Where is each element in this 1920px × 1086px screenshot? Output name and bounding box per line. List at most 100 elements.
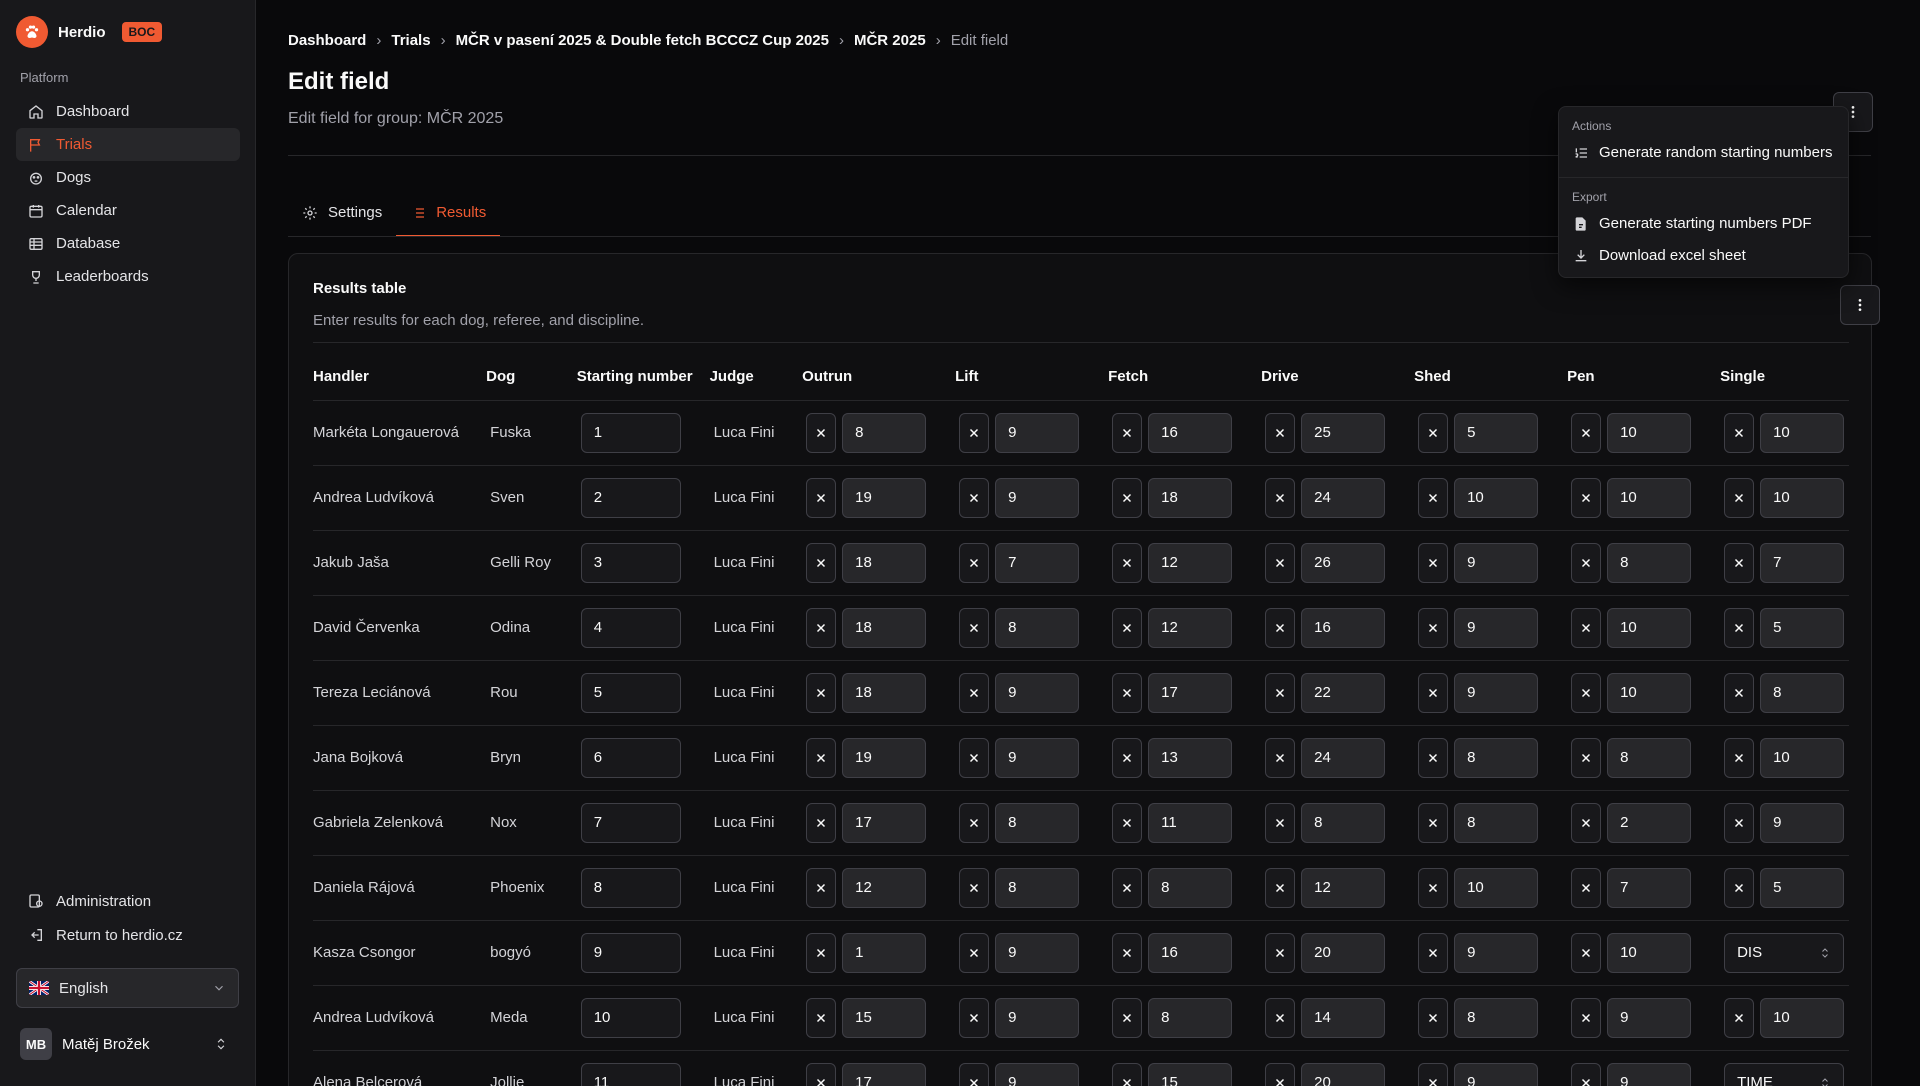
score-input[interactable]: 5 <box>1760 867 1845 908</box>
breadcrumb-group[interactable]: MČR 2025 <box>854 32 926 49</box>
tab-settings[interactable]: Settings <box>288 190 396 237</box>
score-input[interactable]: 10 <box>1454 867 1539 908</box>
score-input[interactable]: 8 <box>995 607 1080 648</box>
clear-score-button[interactable] <box>806 802 837 843</box>
score-input[interactable]: 18 <box>1148 477 1233 518</box>
starting-number-input[interactable]: 1 <box>580 412 681 453</box>
score-input[interactable]: 12 <box>1148 542 1233 583</box>
score-input[interactable]: 12 <box>842 867 927 908</box>
score-input[interactable]: 10 <box>1454 477 1539 518</box>
clear-score-button[interactable] <box>959 607 990 648</box>
clear-score-button[interactable] <box>1265 542 1296 583</box>
score-input[interactable]: 9 <box>1454 607 1539 648</box>
clear-score-button[interactable] <box>1724 412 1755 453</box>
clear-score-button[interactable] <box>1571 737 1602 778</box>
clear-score-button[interactable] <box>1724 997 1755 1038</box>
score-input[interactable]: 18 <box>842 607 927 648</box>
clear-score-button[interactable] <box>1418 997 1449 1038</box>
clear-score-button[interactable] <box>1571 932 1602 973</box>
score-input[interactable]: 8 <box>1148 997 1233 1038</box>
clear-score-button[interactable] <box>1571 412 1602 453</box>
clear-score-button[interactable] <box>806 542 837 583</box>
clear-score-button[interactable] <box>1265 412 1296 453</box>
score-input[interactable]: 17 <box>842 1062 927 1086</box>
clear-score-button[interactable] <box>959 932 990 973</box>
score-input[interactable]: 25 <box>1301 412 1386 453</box>
clear-score-button[interactable] <box>1265 607 1296 648</box>
clear-score-button[interactable] <box>1418 867 1449 908</box>
score-input[interactable]: 8 <box>995 802 1080 843</box>
clear-score-button[interactable] <box>1418 672 1449 713</box>
score-input[interactable]: 9 <box>995 737 1080 778</box>
clear-score-button[interactable] <box>1112 932 1143 973</box>
score-input[interactable]: 10 <box>1607 477 1692 518</box>
score-input[interactable]: 18 <box>842 542 927 583</box>
clear-score-button[interactable] <box>1724 802 1755 843</box>
score-input[interactable]: 19 <box>842 737 927 778</box>
clear-score-button[interactable] <box>1112 607 1143 648</box>
clear-score-button[interactable] <box>1112 1062 1143 1086</box>
clear-score-button[interactable] <box>959 412 990 453</box>
brand[interactable]: Herdio BOC <box>16 16 163 48</box>
score-input[interactable]: 8 <box>1454 997 1539 1038</box>
clear-score-button[interactable] <box>1418 802 1449 843</box>
clear-score-button[interactable] <box>1112 867 1143 908</box>
starting-number-input[interactable]: 2 <box>580 477 681 518</box>
clear-score-button[interactable] <box>1112 412 1143 453</box>
clear-score-button[interactable] <box>1571 542 1602 583</box>
score-input[interactable]: 7 <box>1760 542 1845 583</box>
score-input[interactable]: 1 <box>842 932 927 973</box>
clear-score-button[interactable] <box>1724 477 1755 518</box>
starting-number-input[interactable]: 9 <box>580 932 681 973</box>
sidebar-item-dashboard[interactable]: Dashboard <box>16 95 240 128</box>
clear-score-button[interactable] <box>1418 1062 1449 1086</box>
clear-score-button[interactable] <box>806 672 837 713</box>
language-select[interactable]: English <box>16 968 239 1008</box>
clear-score-button[interactable] <box>1418 542 1449 583</box>
clear-score-button[interactable] <box>1418 932 1449 973</box>
score-input[interactable]: 10 <box>1607 672 1692 713</box>
score-input[interactable]: 9 <box>995 477 1080 518</box>
starting-number-input[interactable]: 7 <box>580 802 681 843</box>
clear-score-button[interactable] <box>1265 672 1296 713</box>
clear-score-button[interactable] <box>1265 867 1296 908</box>
clear-score-button[interactable] <box>1112 802 1143 843</box>
clear-score-button[interactable] <box>1265 802 1296 843</box>
score-input[interactable]: 8 <box>1607 542 1692 583</box>
clear-score-button[interactable] <box>806 737 837 778</box>
score-input[interactable]: 11 <box>1148 802 1233 843</box>
score-input[interactable]: 8 <box>995 867 1080 908</box>
clear-score-button[interactable] <box>806 477 837 518</box>
starting-number-input[interactable]: 8 <box>580 867 681 908</box>
score-input[interactable]: 10 <box>1760 477 1845 518</box>
starting-number-input[interactable]: 5 <box>580 672 681 713</box>
sidebar-item-calendar[interactable]: Calendar <box>16 194 240 227</box>
score-input[interactable]: 9 <box>995 997 1080 1038</box>
score-input[interactable]: 7 <box>995 542 1080 583</box>
score-input[interactable]: 22 <box>1301 672 1386 713</box>
starting-number-input[interactable]: 10 <box>580 997 681 1038</box>
score-input[interactable]: 10 <box>1760 412 1845 453</box>
score-input[interactable]: 24 <box>1301 737 1386 778</box>
score-input[interactable]: 8 <box>1760 672 1845 713</box>
score-input[interactable]: 9 <box>1454 932 1539 973</box>
score-input[interactable]: 10 <box>1760 737 1845 778</box>
score-status-select[interactable]: TIME <box>1724 1062 1845 1086</box>
download-excel-item[interactable]: Download excel sheet <box>1573 247 1746 264</box>
score-input[interactable]: 24 <box>1301 477 1386 518</box>
clear-score-button[interactable] <box>806 932 837 973</box>
score-input[interactable]: 9 <box>1454 672 1539 713</box>
clear-score-button[interactable] <box>959 737 990 778</box>
clear-score-button[interactable] <box>1265 1062 1296 1086</box>
score-input[interactable]: 19 <box>842 477 927 518</box>
score-input[interactable]: 17 <box>1148 672 1233 713</box>
sidebar-item-database[interactable]: Database <box>16 227 240 260</box>
starting-number-input[interactable]: 4 <box>580 607 681 648</box>
score-input[interactable]: 12 <box>1148 607 1233 648</box>
generate-random-numbers-item[interactable]: Generate random starting numbers <box>1573 144 1832 161</box>
clear-score-button[interactable] <box>1265 932 1296 973</box>
sidebar-item-administration[interactable]: Administration <box>16 884 240 918</box>
score-input[interactable]: 5 <box>1454 412 1539 453</box>
clear-score-button[interactable] <box>1571 1062 1602 1086</box>
score-input[interactable]: 9 <box>995 412 1080 453</box>
